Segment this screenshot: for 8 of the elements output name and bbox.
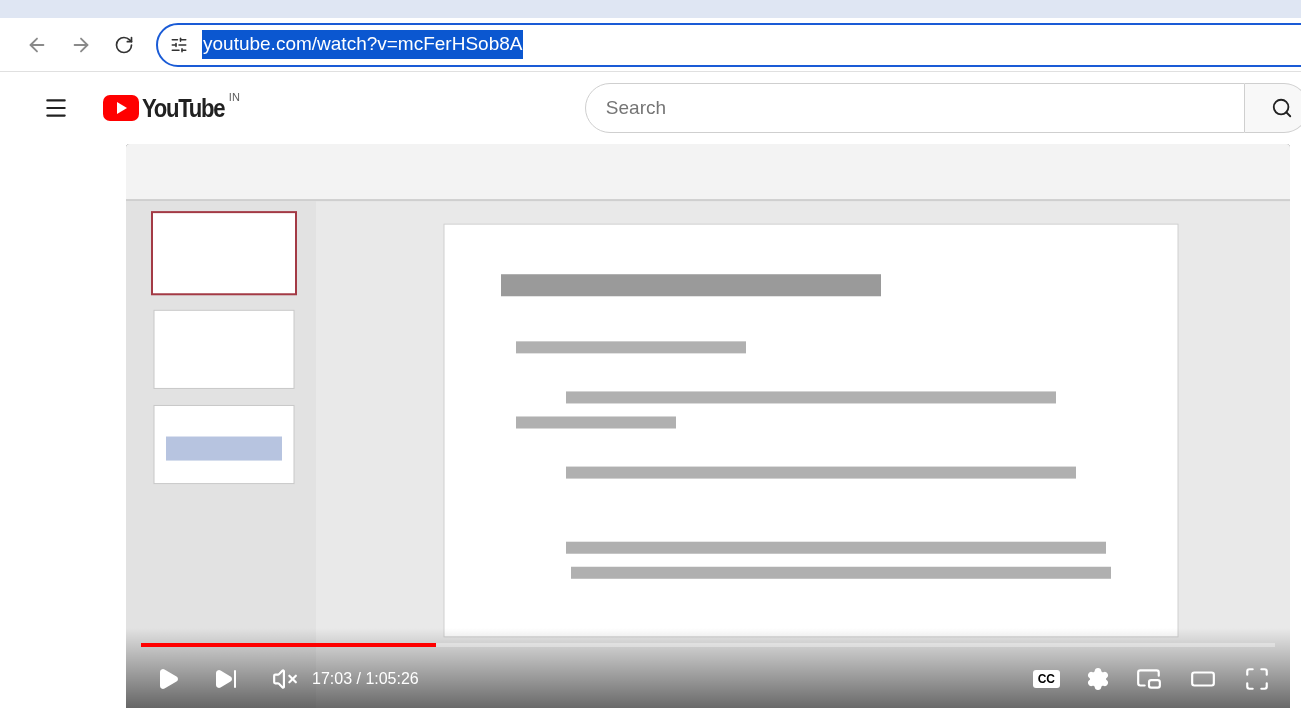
region-label: IN xyxy=(228,89,240,105)
url-text: youtube.com/watch?v=mcFerHSob8A xyxy=(202,30,524,59)
address-bar[interactable]: youtube.com/watch?v=mcFerHSob8A xyxy=(156,22,1301,67)
captions-button[interactable]: CC xyxy=(1032,670,1060,688)
video-player[interactable]: 17:03 / 1:05:26 CC xyxy=(126,144,1290,708)
youtube-wordmark[interactable]: YouTube xyxy=(142,88,225,128)
time-display: 17:03 / 1:05:26 xyxy=(312,669,419,689)
search-field[interactable]: Search xyxy=(584,83,1245,133)
